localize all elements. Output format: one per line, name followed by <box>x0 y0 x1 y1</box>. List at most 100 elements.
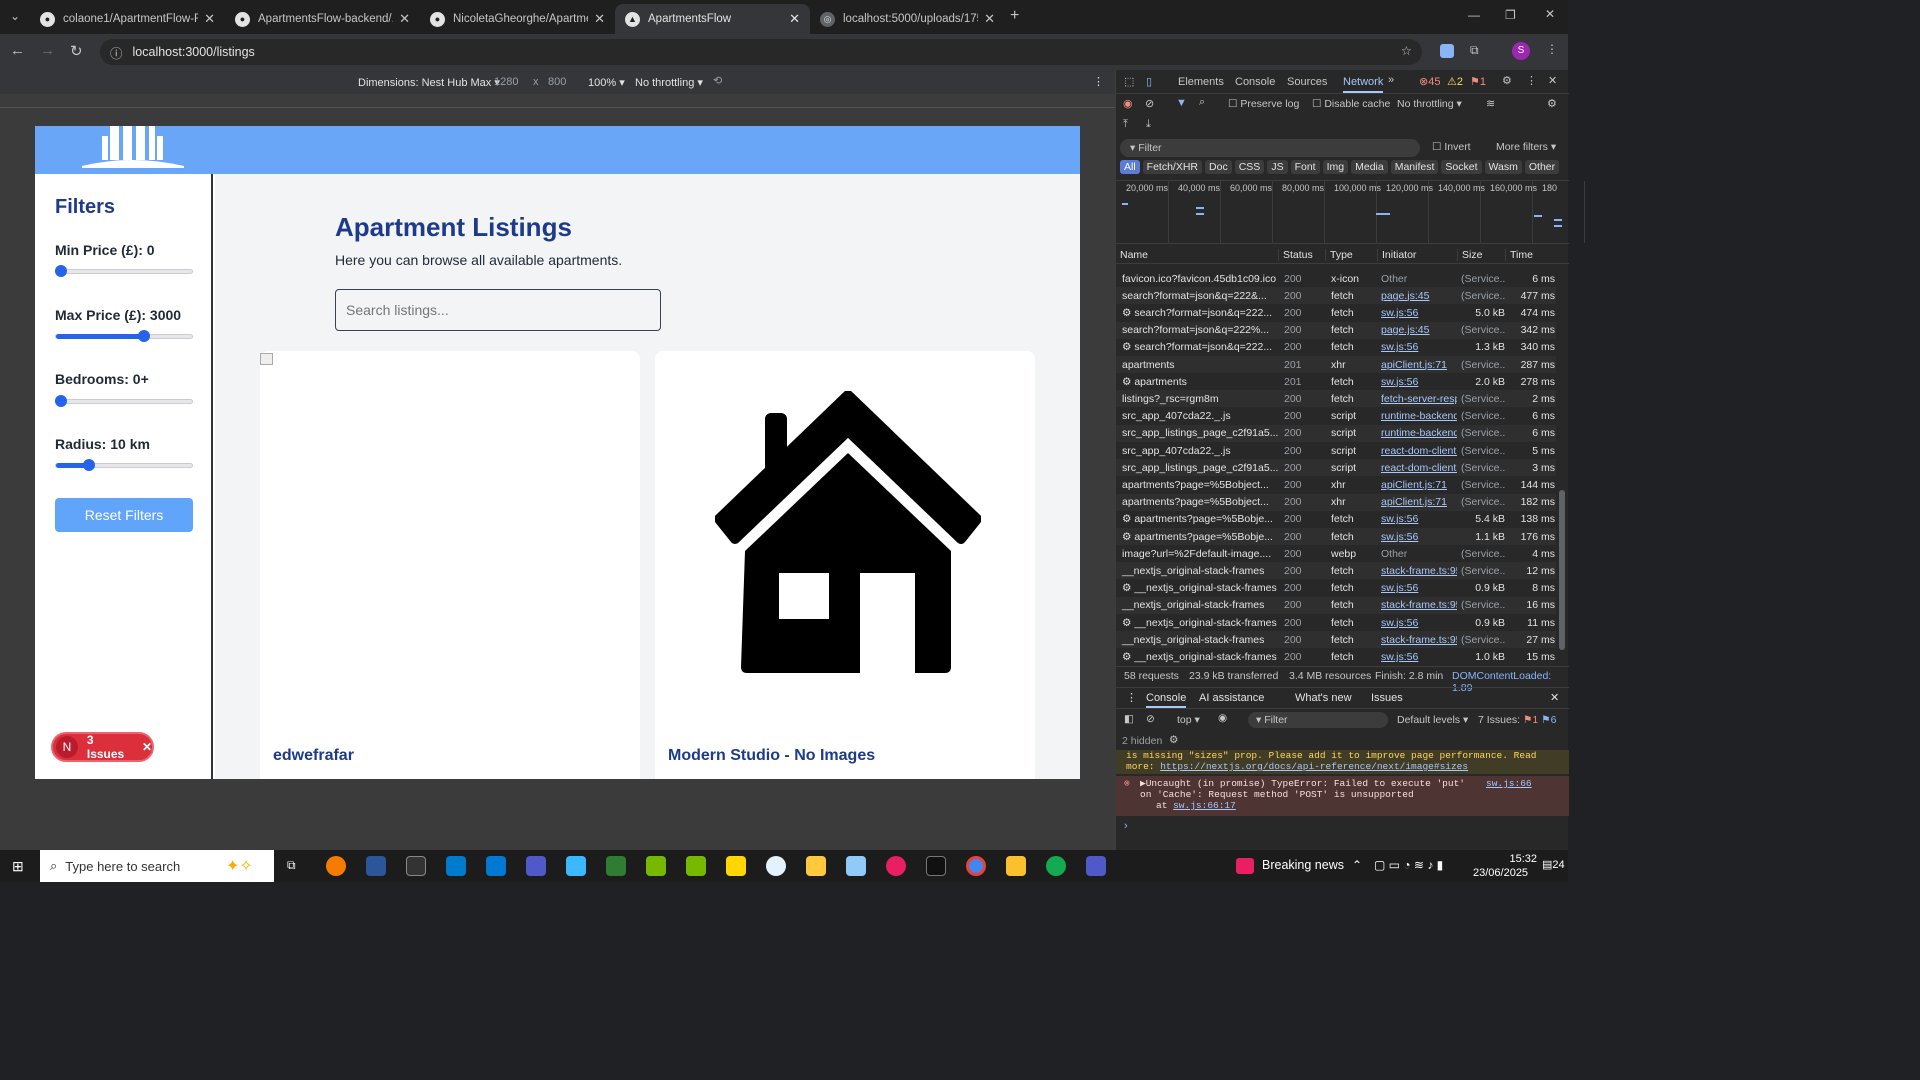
docs-link[interactable]: https://nextjs.org/docs/api-reference/ne… <box>1160 761 1468 772</box>
network-request-row[interactable]: ⚙ __nextjs_original-stack-frames 200 fetch… <box>1116 580 1556 597</box>
col-name[interactable]: Name <box>1116 249 1278 261</box>
listing-card[interactable]: Modern Studio - No Images <box>655 351 1035 779</box>
filter-chip-img[interactable]: Img <box>1322 160 1349 174</box>
cell-initiator[interactable]: react-dom-client.c <box>1377 445 1457 457</box>
col-type[interactable]: Type <box>1325 248 1377 261</box>
url-bar[interactable]: ⓘ localhost:3000/listings ☆ <box>100 39 1422 65</box>
nvidia-app-icon[interactable] <box>686 856 706 876</box>
network-request-row[interactable]: __nextjs_original-stack-frames 200 fetch st… <box>1116 631 1556 649</box>
profile-avatar[interactable]: S <box>1512 42 1530 60</box>
close-icon[interactable]: ✕ <box>204 11 215 27</box>
settings-gear-icon[interactable]: ⚙ <box>1502 74 1512 87</box>
slider-handle[interactable] <box>137 330 150 342</box>
cell-initiator[interactable]: sw.js:56 <box>1377 341 1457 353</box>
width-input[interactable]: 1280 <box>494 76 518 88</box>
tab-sources[interactable]: Sources <box>1287 76 1327 88</box>
more-tabs-icon[interactable]: » <box>1388 74 1394 86</box>
drawer-tab-issues[interactable]: Issues <box>1371 692 1403 704</box>
firefox-icon[interactable] <box>326 856 346 876</box>
preserve-log-checkbox[interactable]: ☐ Preserve log <box>1228 98 1299 110</box>
slider-handle[interactable] <box>55 395 67 407</box>
forward-icon[interactable]: → <box>40 42 55 59</box>
wifi-conditions-icon[interactable]: ≋ <box>1486 97 1495 110</box>
windows-start-icon[interactable]: ⊞ <box>12 858 24 875</box>
rotate-icon[interactable]: ⟲ <box>713 74 722 87</box>
search-icon[interactable]: ⌕ <box>1199 96 1205 109</box>
export-har-icon[interactable]: ⤓ <box>1146 118 1151 131</box>
console-prompt[interactable]: › <box>1124 820 1128 832</box>
live-expression-eye-icon[interactable]: ◉ <box>1218 712 1227 724</box>
nextjs-issues-badge[interactable]: N 3 Issues ✕ <box>51 732 154 762</box>
filter-chip-css[interactable]: CSS <box>1234 160 1265 174</box>
cell-initiator[interactable]: runtime-backend- <box>1377 427 1457 439</box>
new-tab-button[interactable]: + <box>1010 7 1019 25</box>
console-settings-icon[interactable]: ⚙ <box>1169 734 1178 746</box>
filter-chip-fetch-xhr[interactable]: Fetch/XHR <box>1142 160 1203 174</box>
cell-initiator[interactable]: sw.js:56 <box>1377 651 1457 663</box>
tray-icons[interactable]: ▢ ▭ ◔ ≋ ♪ ▮ <box>1374 858 1443 872</box>
network-throttling-select[interactable]: No throttling ▾ <box>1397 98 1462 110</box>
filter-chip-media[interactable]: Media <box>1351 160 1388 174</box>
network-request-row[interactable]: src_app_listings_page_c2f91a5... 200 scrip… <box>1116 424 1556 442</box>
news-widget[interactable]: Breaking news <box>1262 858 1344 872</box>
error-source-link[interactable]: sw.js:66 <box>1486 778 1532 789</box>
restore-button[interactable]: ❐ <box>1505 8 1516 22</box>
network-request-row[interactable]: apartments?page=%5Bobject... 200 xhr apiCli… <box>1116 493 1556 511</box>
max-price-slider[interactable] <box>55 330 193 342</box>
radius-slider[interactable] <box>55 459 193 471</box>
slider-handle[interactable] <box>82 459 95 471</box>
extensions-puzzle-icon[interactable]: ⧉ <box>1470 43 1479 58</box>
listing-title[interactable]: edwefrafar <box>273 747 354 765</box>
cell-initiator[interactable]: apiClient.js:71 <box>1377 479 1457 491</box>
network-request-row[interactable]: ⚙ __nextjs_original-stack-frames 200 fetch… <box>1116 614 1556 631</box>
cell-initiator[interactable]: apiClient.js:71 <box>1377 496 1457 508</box>
close-icon[interactable]: ✕ <box>399 11 410 27</box>
reload-icon[interactable]: ↻ <box>70 42 83 60</box>
tab-elements[interactable]: Elements <box>1178 76 1224 88</box>
inspect-icon[interactable]: ⬚ <box>1124 75 1134 88</box>
close-icon[interactable]: ✕ <box>789 11 800 27</box>
network-request-row[interactable]: ⚙ search?format=json&q=222... 200 fetch sw.… <box>1116 339 1556 356</box>
terminal-icon[interactable] <box>406 856 426 876</box>
browser-tab-3[interactable]: ●NicoletaGheorghe/ApartmentsF✕ <box>420 4 615 34</box>
console-filter-input[interactable]: ▾ Filter <box>1248 712 1388 728</box>
record-icon[interactable]: ◉ <box>1123 97 1133 110</box>
nvidia-icon[interactable] <box>646 856 666 876</box>
tab-console[interactable]: Console <box>1235 76 1275 88</box>
network-request-row[interactable]: src_app_407cda22._.js 200 script runtime-ba… <box>1116 408 1556 425</box>
device-more-icon[interactable]: ⋮ <box>1093 75 1104 88</box>
sidebar-toggle-icon[interactable]: ◧ <box>1124 713 1134 725</box>
network-overview-timeline[interactable]: 20,000 ms 40,000 ms 60,000 ms 80,000 ms 100,… <box>1116 180 1585 244</box>
reset-filters-button[interactable]: Reset Filters <box>55 498 193 532</box>
browser-tab-2[interactable]: ●ApartmentsFlow-backend/.gitig✕ <box>225 4 420 34</box>
browser-tab-active[interactable]: ▲ ApartmentsFlow ✕ <box>615 4 810 34</box>
filter-chip-socket[interactable]: Socket <box>1441 160 1482 174</box>
drawer-tab-whats-new[interactable]: What's new <box>1295 692 1352 704</box>
puzzle-app-icon[interactable] <box>1006 856 1026 876</box>
clock-date[interactable]: 23/06/2025 <box>1473 867 1528 879</box>
clear-console-icon[interactable]: ⊘ <box>1146 713 1155 725</box>
close-icon[interactable]: ✕ <box>984 11 995 27</box>
height-input[interactable]: 800 <box>548 76 566 88</box>
network-request-row[interactable]: src_app_407cda22._.js 200 script react-dom-… <box>1116 442 1556 459</box>
teams-work-icon[interactable] <box>1086 856 1106 876</box>
tray-chevron-icon[interactable]: ⌃ <box>1352 858 1362 872</box>
cell-initiator[interactable]: runtime-backend- <box>1377 410 1457 422</box>
issues-counter[interactable]: 7 Issues: ⚑1 ⚑6 <box>1478 714 1556 726</box>
slack-icon[interactable] <box>886 856 906 876</box>
close-devtools-icon[interactable]: ✕ <box>1548 74 1557 87</box>
network-request-row[interactable]: ⚙ search?format=json&q=222... 200 fetch sw.… <box>1116 304 1556 321</box>
context-select[interactable]: top ▾ <box>1177 714 1200 726</box>
device-select[interactable]: Dimensions: Nest Hub Max ▾ <box>358 76 500 89</box>
site-info-icon[interactable]: ⓘ <box>110 43 123 62</box>
cell-initiator[interactable]: stack-frame.ts:95 <box>1377 599 1457 611</box>
cell-initiator[interactable]: sw.js:56 <box>1377 617 1457 629</box>
back-icon[interactable]: ← <box>10 42 25 59</box>
network-request-row[interactable]: ⚙ apartments 201 fetch sw.js:56 2.0 kB 278 ms <box>1116 373 1556 390</box>
file-explorer-icon[interactable] <box>806 856 826 876</box>
mongodb-icon[interactable] <box>1046 856 1066 876</box>
network-request-row[interactable]: favicon.ico?favicon.45db1c09.ico 200 x-ico… <box>1116 270 1556 287</box>
browser-tab-1[interactable]: ●colaone1/ApartmentFlow-Fullst✕ <box>30 4 225 34</box>
console-error-message[interactable]: ⊗ sw.js:66 ▶Uncaught (in promise) TypeEr… <box>1116 776 1569 816</box>
cell-initiator[interactable]: apiClient.js:71 <box>1377 359 1457 371</box>
